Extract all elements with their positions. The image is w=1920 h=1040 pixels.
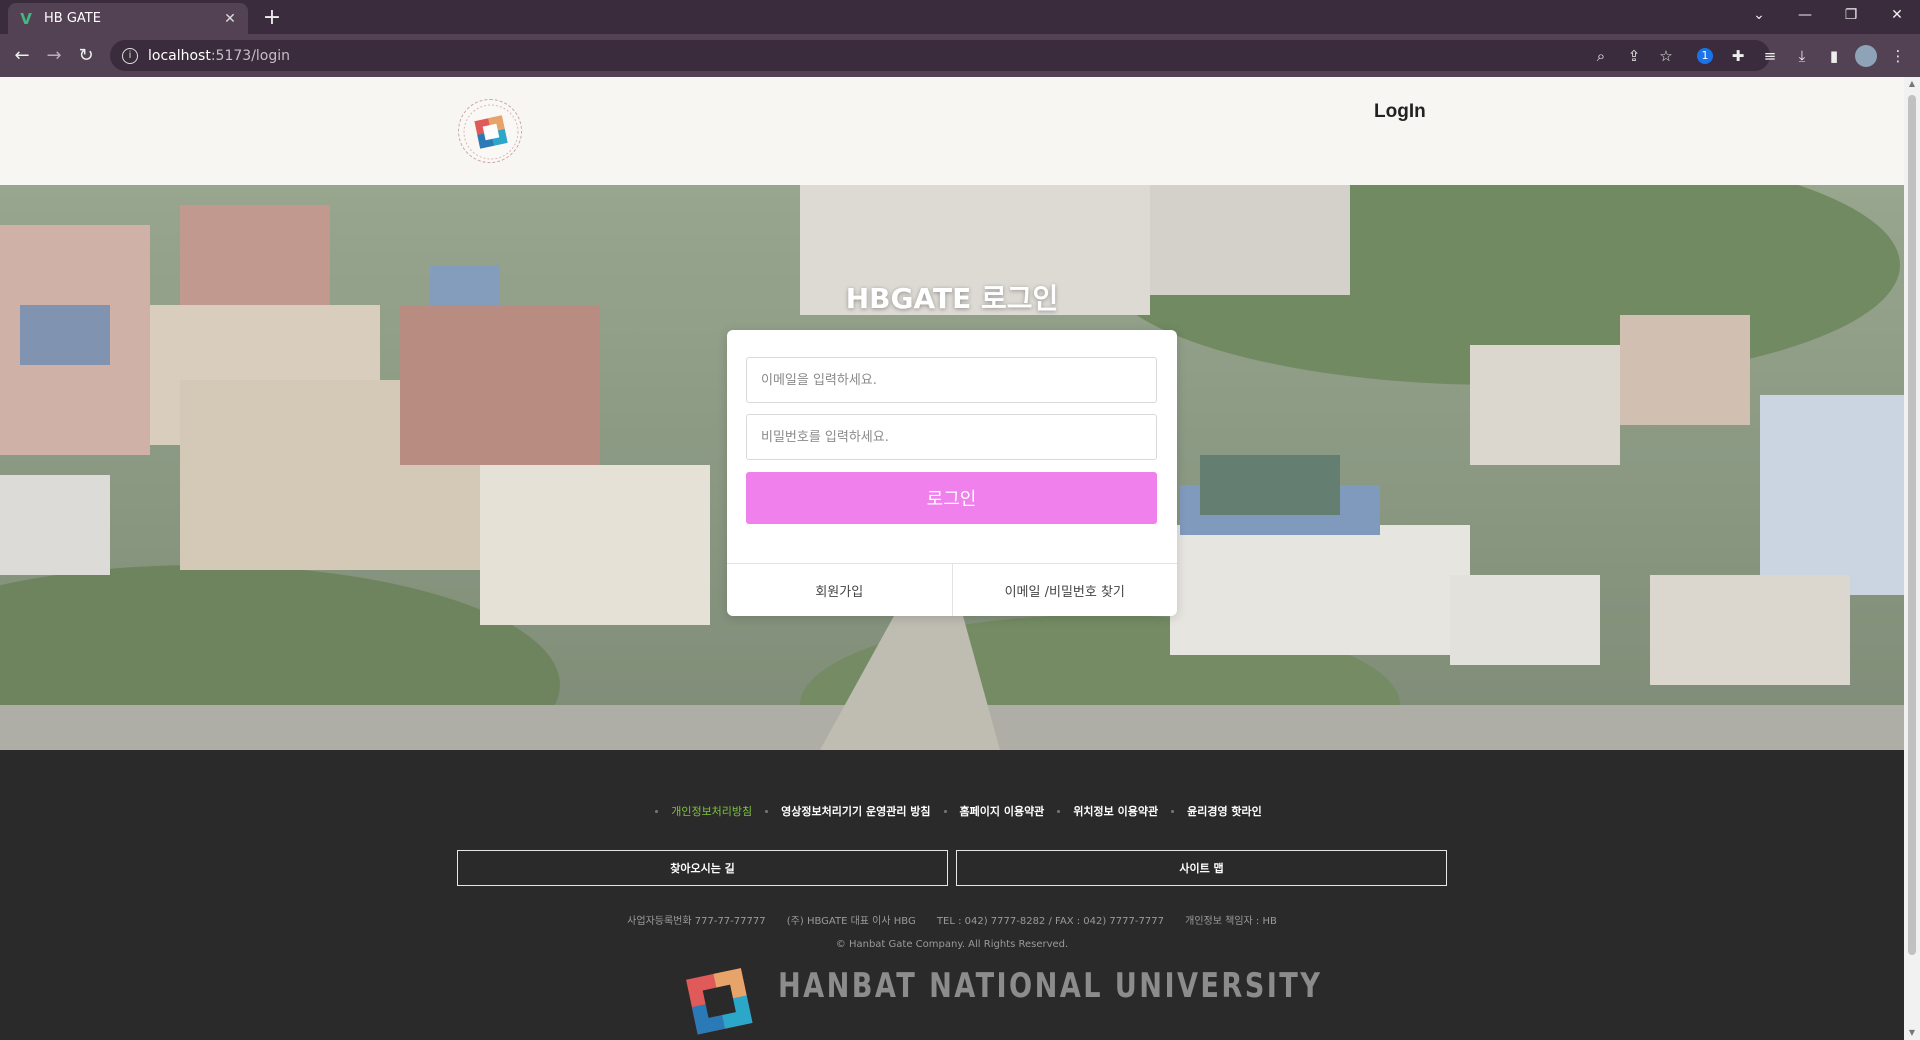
scrollbar-thumb[interactable] bbox=[1908, 95, 1916, 955]
share-icon[interactable]: ⇪ bbox=[1623, 45, 1645, 67]
company-name: (주) HBGATE 대표 이사 HBG bbox=[786, 916, 916, 927]
password-input[interactable] bbox=[746, 414, 1157, 460]
password-manager-extension-icon[interactable]: 1 bbox=[1697, 48, 1713, 64]
site-header: LogIn bbox=[0, 77, 1904, 185]
profile-avatar[interactable] bbox=[1855, 45, 1877, 67]
scroll-down-icon[interactable]: ▼ bbox=[1904, 1026, 1920, 1040]
header-login-link[interactable]: LogIn bbox=[1374, 101, 1426, 123]
page-viewport: LogIn HBGATE 로그인 이메일을 입력하세요. 로그인 회원가입 이메… bbox=[0, 77, 1904, 1040]
privacy-policy-link[interactable]: 개인정보처리방침 bbox=[671, 803, 752, 819]
separator-dot bbox=[655, 809, 659, 813]
cctv-policy-link[interactable]: 영상정보처리기기 운영관리 방침 bbox=[781, 803, 930, 819]
restore-icon[interactable]: ❐ bbox=[1828, 0, 1874, 30]
site-footer: 개인정보처리방침 영상정보처리기기 운영관리 방침 홈페이지 이용약관 위치정보… bbox=[0, 750, 1904, 1040]
page-scrollbar[interactable]: ▲ ▼ bbox=[1904, 77, 1920, 1040]
separator-dot bbox=[943, 809, 947, 813]
hanbat-university-logo-icon bbox=[686, 968, 753, 1035]
url-path: :5173/login bbox=[210, 47, 291, 64]
url-host: localhost bbox=[148, 47, 211, 64]
location-terms-link[interactable]: 위치정보 이용약관 bbox=[1073, 803, 1158, 819]
tab-search-icon[interactable]: ⌄ bbox=[1736, 0, 1782, 30]
copyright: © Hanbat Gate Company. All Rights Reserv… bbox=[835, 939, 1069, 950]
university-name: HANBAT NATIONAL UNIVERSITY bbox=[778, 966, 1323, 1006]
contact-info: TEL : 042) 7777-8282 / FAX : 042) 7777-7… bbox=[936, 916, 1164, 927]
minimize-icon[interactable]: — bbox=[1782, 0, 1828, 30]
tab-close-icon[interactable]: ✕ bbox=[222, 11, 238, 27]
directions-button[interactable]: 찾아오시는 길 bbox=[457, 850, 948, 886]
window-close-icon[interactable]: ✕ bbox=[1874, 0, 1920, 30]
site-info-icon[interactable]: i bbox=[122, 47, 138, 64]
login-secondary-links: 회원가입 이메일 /비밀번호 찾기 bbox=[727, 563, 1177, 616]
forward-icon[interactable]: → bbox=[40, 42, 68, 70]
separator-dot bbox=[1057, 809, 1061, 813]
zoom-icon[interactable]: ⌕ bbox=[1590, 45, 1612, 67]
login-title: HBGATE 로그인 bbox=[845, 282, 1059, 315]
email-input[interactable] bbox=[746, 357, 1157, 403]
login-form: 로그인 회원가입 이메일 /비밀번호 찾기 bbox=[727, 330, 1177, 616]
separator-dot bbox=[1171, 809, 1175, 813]
ethics-hotline-link[interactable]: 윤리경영 핫라인 bbox=[1187, 803, 1262, 819]
login-submit-button[interactable]: 로그인 bbox=[746, 472, 1157, 524]
reading-list-icon[interactable]: ≡ bbox=[1759, 45, 1781, 67]
bookmark-star-icon[interactable]: ☆ bbox=[1655, 45, 1677, 67]
hbgate-circular-logo-icon[interactable] bbox=[458, 99, 522, 163]
find-account-link[interactable]: 이메일 /비밀번호 찾기 bbox=[951, 564, 1178, 616]
privacy-officer: 개인정보 책임자 : HB bbox=[1185, 916, 1277, 927]
reload-icon[interactable]: ↻ bbox=[72, 42, 100, 70]
policy-links: 개인정보처리방침 영상정보처리기기 운영관리 방침 홈페이지 이용약관 위치정보… bbox=[0, 803, 1904, 819]
company-info: 사업자등록번화 777-77-77777 (주) HBGATE 대표 이사 HB… bbox=[0, 912, 1904, 927]
extensions-puzzle-icon[interactable]: ✚ bbox=[1727, 45, 1749, 67]
tab-title: HB GATE bbox=[44, 11, 101, 26]
sitemap-button[interactable]: 사이트 맵 bbox=[956, 850, 1447, 886]
side-panel-icon[interactable]: ▮ bbox=[1823, 45, 1845, 67]
back-icon[interactable]: ← bbox=[8, 42, 36, 70]
scroll-up-icon[interactable]: ▲ bbox=[1904, 77, 1920, 91]
address-bar[interactable]: i localhost:5173/login bbox=[110, 40, 1770, 71]
browser-tab[interactable]: V HB GATE ✕ bbox=[8, 3, 248, 34]
more-menu-icon[interactable]: ⋮ bbox=[1887, 45, 1909, 67]
separator-dot bbox=[765, 809, 769, 813]
browser-tab-bar: V HB GATE ✕ + ⌄ — ❐ ✕ bbox=[0, 0, 1920, 34]
vue-logo-icon: V bbox=[20, 9, 32, 28]
new-tab-icon[interactable]: + bbox=[258, 4, 286, 32]
signup-link[interactable]: 회원가입 bbox=[727, 564, 952, 616]
terms-link[interactable]: 홈페이지 이용약관 bbox=[960, 803, 1045, 819]
business-number: 사업자등록번화 777-77-77777 bbox=[627, 916, 766, 927]
campus-hero: HBGATE 로그인 로그인 회원가입 이메일 /비밀번호 찾기 bbox=[0, 185, 1904, 750]
download-icon[interactable]: ⤓ bbox=[1791, 45, 1813, 67]
browser-toolbar: ← → ↻ i localhost:5173/login ⌕ ⇪ ☆ 1 ✚ ≡… bbox=[0, 34, 1920, 77]
